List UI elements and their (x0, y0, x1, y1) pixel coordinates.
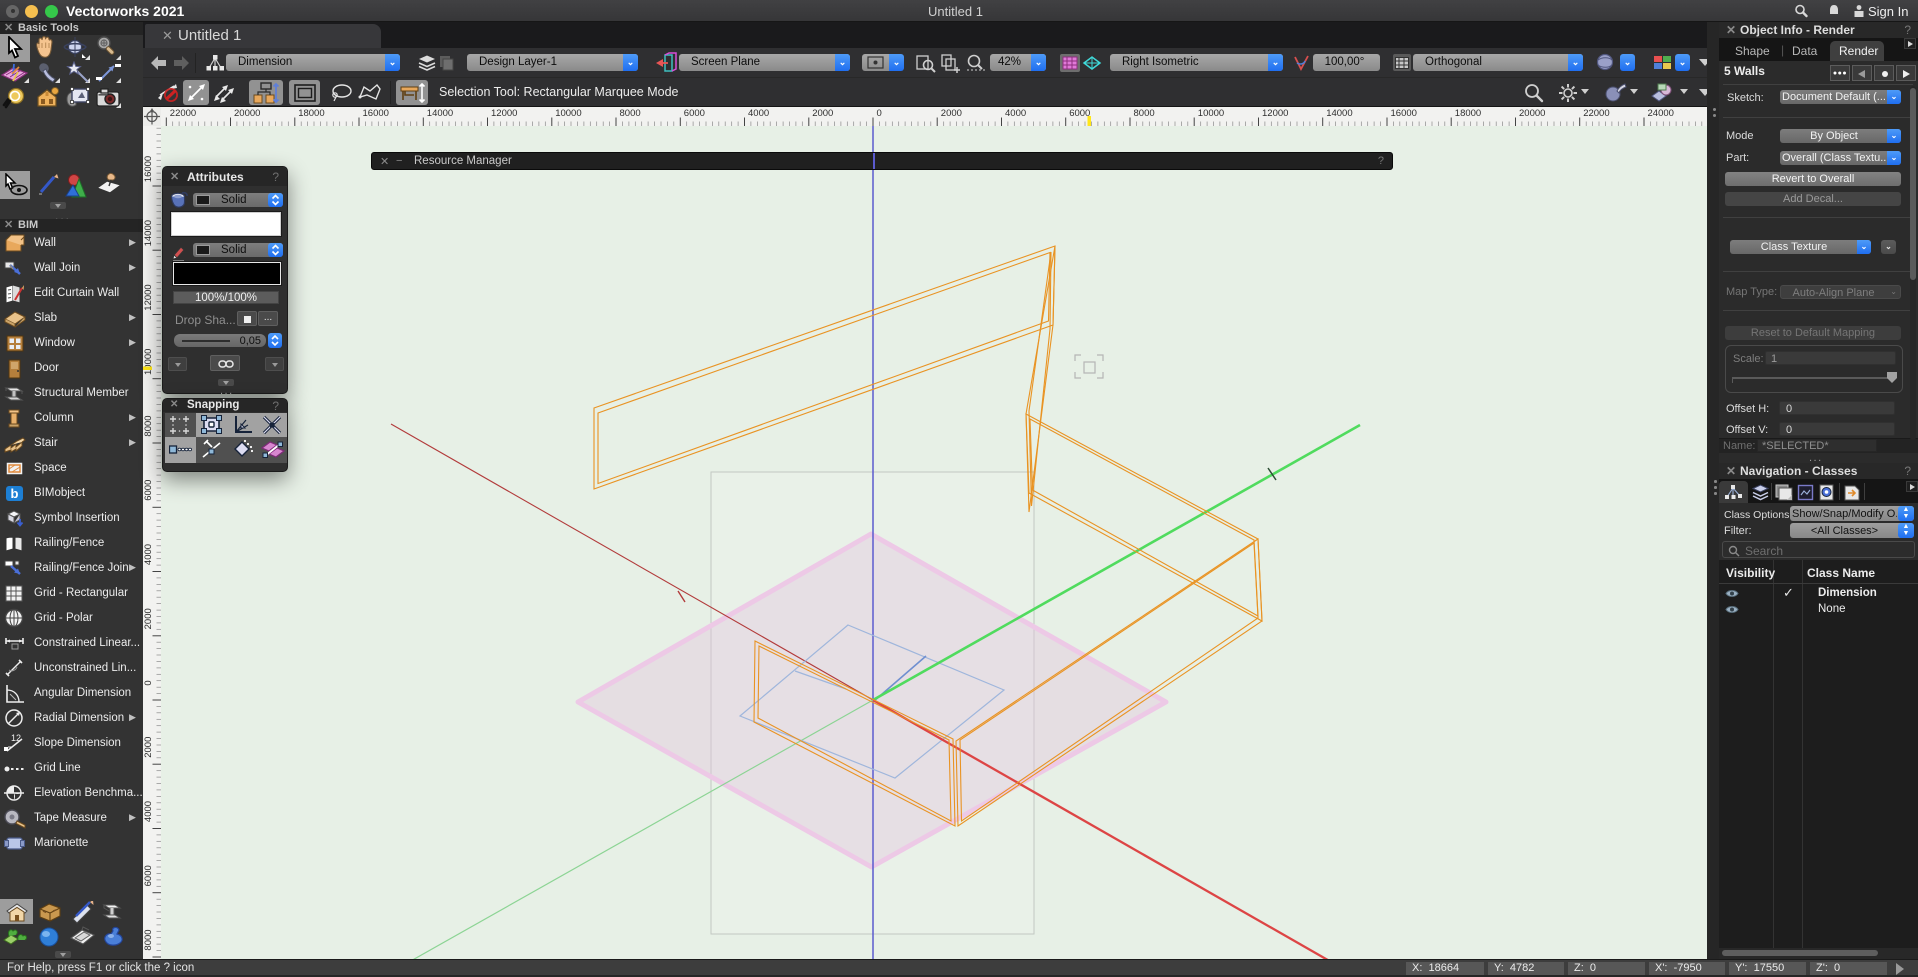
svg-text:14000: 14000 (1326, 108, 1352, 119)
svg-text:16000: 16000 (363, 108, 389, 119)
svg-text:2000: 2000 (941, 108, 962, 119)
svg-text:10000: 10000 (555, 108, 581, 119)
svg-text:6000: 6000 (143, 865, 154, 886)
svg-text:14000: 14000 (143, 220, 154, 246)
svg-text:20000: 20000 (234, 108, 260, 119)
svg-text:10000: 10000 (1198, 108, 1224, 119)
svg-text:18000: 18000 (298, 108, 324, 119)
svg-text:16000: 16000 (143, 156, 154, 182)
svg-text:18000: 18000 (1455, 108, 1481, 119)
svg-text:2000: 2000 (812, 108, 833, 119)
svg-text:6000: 6000 (143, 480, 154, 501)
svg-text:24000: 24000 (1648, 108, 1674, 119)
svg-text:2000: 2000 (143, 737, 154, 758)
svg-text:0: 0 (877, 108, 882, 119)
svg-text:4000: 4000 (143, 801, 154, 822)
svg-text:10000: 10000 (143, 349, 154, 375)
svg-text:0: 0 (143, 680, 154, 685)
svg-text:b: b (11, 486, 19, 501)
svg-text:8000: 8000 (620, 108, 641, 119)
svg-text:22000: 22000 (170, 108, 196, 119)
svg-text:20000: 20000 (1519, 108, 1545, 119)
svg-text:8000: 8000 (143, 415, 154, 436)
svg-text:12000: 12000 (1262, 108, 1288, 119)
svg-text:12000: 12000 (143, 284, 154, 310)
svg-text:8000: 8000 (1134, 108, 1155, 119)
svg-text:4000: 4000 (748, 108, 769, 119)
svg-text:12000: 12000 (491, 108, 517, 119)
svg-text:8000: 8000 (143, 929, 154, 950)
svg-text:4000: 4000 (143, 544, 154, 565)
svg-text:6000: 6000 (684, 108, 705, 119)
svg-text:2000: 2000 (143, 608, 154, 629)
svg-text:14000: 14000 (427, 108, 453, 119)
svg-text:6000: 6000 (1069, 108, 1090, 119)
svg-text:16000: 16000 (1391, 108, 1417, 119)
svg-text:22000: 22000 (1583, 108, 1609, 119)
svg-text:4000: 4000 (1005, 108, 1026, 119)
